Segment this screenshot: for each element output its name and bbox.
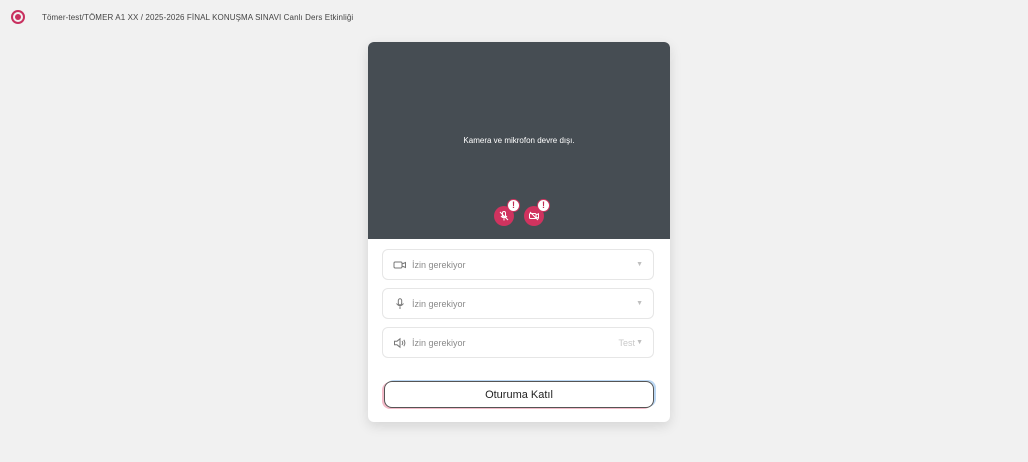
speaker-select[interactable]: İzin gerekiyor Test ▼ xyxy=(382,327,654,358)
chevron-down-icon: ▼ xyxy=(636,261,643,268)
microphone-icon xyxy=(396,298,404,309)
speaker-select-label: İzin gerekiyor xyxy=(412,338,466,348)
app-logo-icon[interactable] xyxy=(11,10,25,24)
camera-select[interactable]: İzin gerekiyor ▼ xyxy=(382,249,654,280)
top-bar: Tömer-test/TÖMER A1 XX / 2025-2026 FİNAL… xyxy=(0,0,1028,36)
warning-icon: ! xyxy=(537,199,550,212)
join-session-button[interactable]: Oturuma Katıl xyxy=(384,381,654,408)
camera-off-icon xyxy=(529,211,539,221)
camera-off-badge[interactable]: ! xyxy=(524,199,550,226)
chevron-down-icon: ▼ xyxy=(636,300,643,307)
video-preview: Kamera ve mikrofon devre dışı. ! ! xyxy=(368,42,670,239)
microphone-off-icon xyxy=(499,211,509,221)
microphone-select-label: İzin gerekiyor xyxy=(412,299,466,309)
chevron-down-icon: ▼ xyxy=(636,339,643,346)
breadcrumb: Tömer-test/TÖMER A1 XX / 2025-2026 FİNAL… xyxy=(42,13,354,22)
preview-status-text: Kamera ve mikrofon devre dışı. xyxy=(463,136,575,145)
camera-icon xyxy=(393,261,406,269)
microphone-off-badge[interactable]: ! xyxy=(494,199,520,226)
speaker-test-button[interactable]: Test xyxy=(618,338,635,348)
microphone-select[interactable]: İzin gerekiyor ▼ xyxy=(382,288,654,319)
warning-icon: ! xyxy=(507,199,520,212)
camera-select-label: İzin gerekiyor xyxy=(412,260,466,270)
speaker-icon xyxy=(394,337,406,349)
join-session-card: Kamera ve mikrofon devre dışı. ! ! İzin xyxy=(368,42,670,422)
